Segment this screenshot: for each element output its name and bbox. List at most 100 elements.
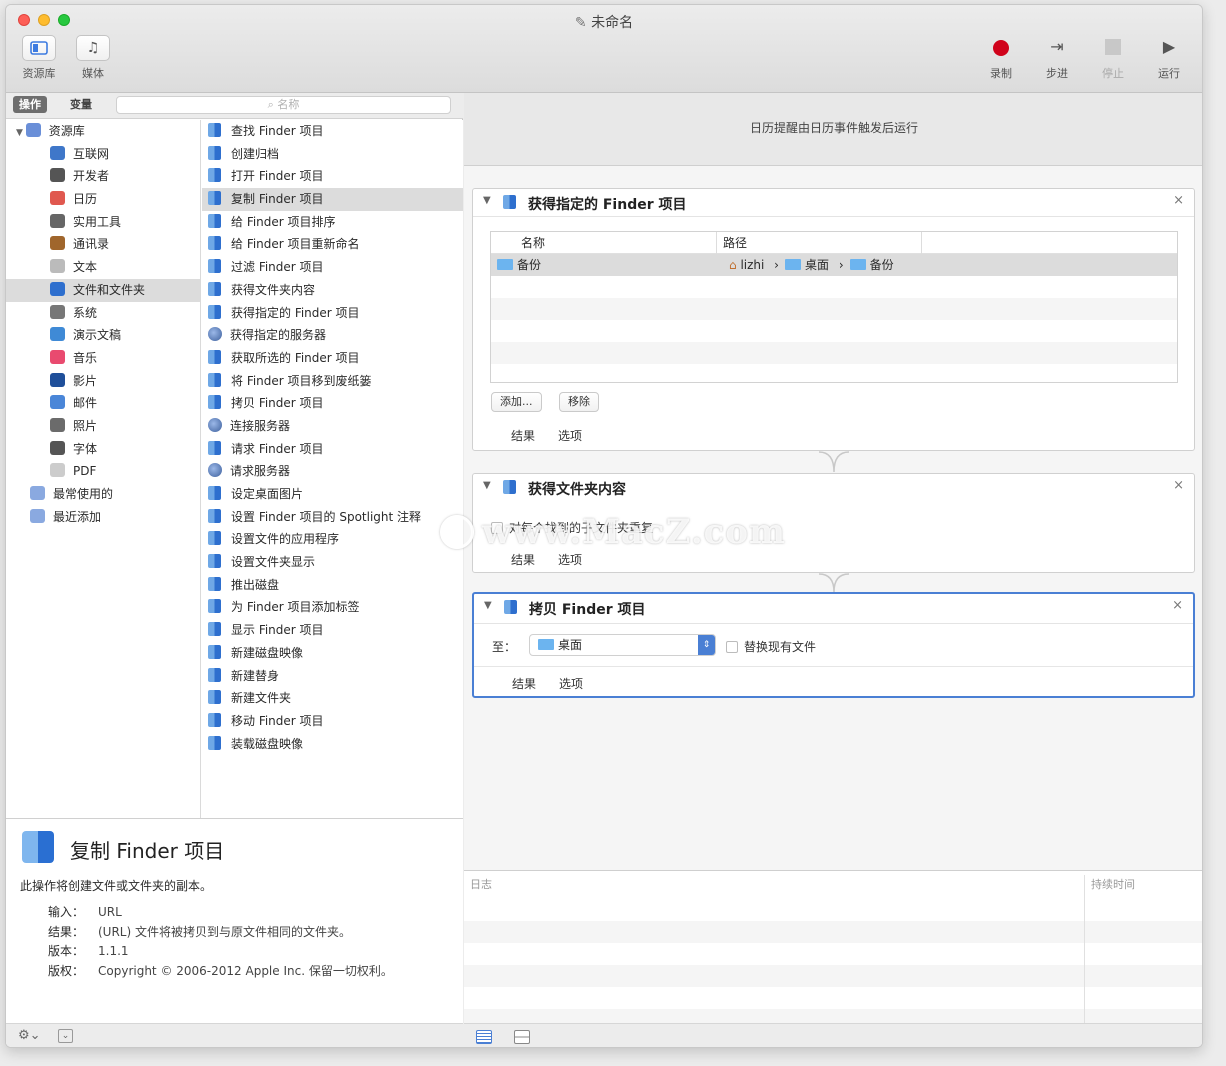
action-list-item[interactable]: 给 Finder 项目重新命名 [202, 233, 463, 256]
sidebar-item[interactable]: 通讯录 [6, 233, 200, 256]
library-button[interactable]: 资源库 [14, 35, 64, 81]
sidebar-item-label: 实用工具 [73, 214, 122, 229]
replace-existing-checkbox[interactable]: 替换现有文件 [726, 638, 816, 655]
column-log[interactable]: 日志 [470, 871, 492, 899]
library-icon [25, 123, 41, 137]
watermark: www.MacZ.com [440, 512, 786, 552]
action-label: 获取所选的 Finder 项目 [231, 350, 360, 365]
library-search-field[interactable]: ⌕ 名称 [116, 96, 451, 114]
action-list-item[interactable]: 移动 Finder 项目 [202, 710, 463, 733]
column-duration[interactable]: 持续时间 [1091, 871, 1135, 899]
action-list-item[interactable]: 获得指定的 Finder 项目 [202, 302, 463, 325]
action-list-item[interactable]: 装载磁盘映像 [202, 733, 463, 756]
sidebar-item[interactable]: 互联网 [6, 143, 200, 166]
tab-variables[interactable]: 变量 [64, 96, 98, 113]
finder-icon [208, 531, 221, 546]
record-button[interactable]: 录制 [976, 35, 1026, 81]
sidebar-item[interactable]: 最常使用的 [6, 483, 200, 506]
disclosure-triangle-icon[interactable]: ▼ [483, 480, 491, 491]
column-name[interactable]: 名称 [521, 232, 545, 254]
close-icon[interactable]: × [1172, 598, 1183, 613]
split-view-icon[interactable] [514, 1030, 530, 1044]
action-list-item[interactable]: 查找 Finder 项目 [202, 120, 463, 143]
sidebar-item[interactable]: 文本 [6, 256, 200, 279]
finder-icon [503, 195, 516, 209]
description-field: 输入： URL [48, 903, 393, 923]
results-toggle[interactable]: 结果 [512, 675, 536, 692]
sidebar-item[interactable]: 影片 [6, 370, 200, 393]
checkbox-icon [726, 641, 738, 653]
sidebar-item[interactable]: ▼ 资源库 [6, 120, 200, 143]
close-icon[interactable]: × [1173, 478, 1184, 493]
results-toggle[interactable]: 结果 [511, 551, 535, 568]
sidebar-item[interactable]: 最近添加 [6, 506, 200, 529]
sidebar-item[interactable]: 字体 [6, 438, 200, 461]
action-label: 请求 Finder 项目 [231, 441, 324, 456]
action-list-item[interactable]: 获取所选的 Finder 项目 [202, 347, 463, 370]
sidebar-item[interactable]: 系统 [6, 302, 200, 325]
folder-icon [849, 259, 866, 270]
sidebar-item[interactable]: 音乐 [6, 347, 200, 370]
action-list-item[interactable]: 请求 Finder 项目 [202, 438, 463, 461]
action-list-item[interactable]: 设置文件的应用程序 [202, 528, 463, 551]
description-toggle-icon[interactable]: ⌄ [58, 1029, 73, 1043]
sidebar-item[interactable]: PDF [6, 460, 200, 483]
results-toggle[interactable]: 结果 [511, 427, 535, 444]
disclosure-triangle-icon[interactable]: ▼ [484, 600, 492, 611]
sidebar-item[interactable]: 文件和文件夹 [6, 278, 200, 302]
action-label: 设置 Finder 项目的 Spotlight 注释 [231, 509, 422, 524]
action-list-item[interactable]: 连接服务器 [202, 415, 463, 438]
tab-actions[interactable]: 操作 [13, 96, 47, 113]
destination-popup[interactable]: 桌面 ⇕ [529, 634, 716, 656]
action-list-item[interactable]: 为 Finder 项目添加标签 [202, 596, 463, 619]
action-list-item[interactable]: 新建文件夹 [202, 687, 463, 710]
sidebar-item[interactable]: 照片 [6, 415, 200, 438]
sidebar-item[interactable]: 演示文稿 [6, 324, 200, 347]
finder-icon [208, 213, 221, 228]
action-list-item[interactable]: 设置文件夹显示 [202, 551, 463, 574]
remove-button[interactable]: 移除 [559, 392, 599, 412]
action-list-item[interactable]: 请求服务器 [202, 460, 463, 483]
action-list-item[interactable]: 设定桌面图片 [202, 483, 463, 506]
finder-icon [208, 576, 221, 591]
action-list-item[interactable]: 显示 Finder 项目 [202, 619, 463, 642]
action-list-item[interactable]: 新建磁盘映像 [202, 642, 463, 665]
action-list-item[interactable]: 创建归档 [202, 143, 463, 166]
step-button[interactable]: ⇥ 步进 [1032, 35, 1082, 81]
disclosure-triangle-icon[interactable]: ▼ [16, 128, 26, 138]
action-list-item[interactable]: 复制 Finder 项目 [202, 188, 463, 211]
disclosure-triangle-icon[interactable]: ▼ [483, 195, 491, 206]
options-toggle[interactable]: 选项 [559, 675, 583, 692]
add-button[interactable]: 添加... [491, 392, 542, 412]
sidebar-item[interactable]: 开发者 [6, 165, 200, 188]
stop-button[interactable]: 停止 [1088, 35, 1138, 81]
action-card-get-specified-items[interactable]: ▼ 获得指定的 Finder 项目 × 名称 路径 备份 ⌂ lizhi › 桌面 [472, 188, 1195, 451]
folder-icon [784, 259, 801, 270]
close-icon[interactable]: × [1173, 193, 1184, 208]
action-list-item[interactable]: 设置 Finder 项目的 Spotlight 注释 [202, 506, 463, 529]
popup-stepper-icon: ⇕ [698, 635, 715, 655]
media-button[interactable]: ♫ 媒体 [68, 35, 118, 81]
action-card-copy-finder-items[interactable]: ▼ 拷贝 Finder 项目 × 至： 桌面 ⇕ 替换现有文件 结果 选项 [472, 592, 1195, 698]
folder-icon [497, 259, 513, 270]
gear-icon[interactable]: ⚙⌄ [18, 1028, 41, 1043]
action-list-item[interactable]: 给 Finder 项目排序 [202, 211, 463, 234]
sidebar-item[interactable]: 邮件 [6, 392, 200, 415]
run-button[interactable]: ▶ 运行 [1144, 35, 1194, 81]
column-path[interactable]: 路径 [723, 232, 747, 254]
action-list-item[interactable]: 获得指定的服务器 [202, 324, 463, 347]
action-list-item[interactable]: 拷贝 Finder 项目 [202, 392, 463, 415]
action-list-item[interactable]: 新建替身 [202, 665, 463, 688]
action-list-item[interactable]: 打开 Finder 项目 [202, 165, 463, 188]
action-list-item[interactable]: 推出磁盘 [202, 574, 463, 597]
options-toggle[interactable]: 选项 [558, 551, 582, 568]
options-toggle[interactable]: 选项 [558, 427, 582, 444]
sidebar-item[interactable]: 实用工具 [6, 211, 200, 234]
action-list-item[interactable]: 将 Finder 项目移到废纸篓 [202, 370, 463, 393]
sidebar-item[interactable]: 日历 [6, 188, 200, 211]
field-value: 1.1.1 [98, 944, 129, 958]
list-view-icon[interactable] [476, 1030, 492, 1044]
action-list-item[interactable]: 获得文件夹内容 [202, 279, 463, 302]
table-row[interactable]: 备份 ⌂ lizhi › 桌面 › 备份 [491, 254, 1177, 276]
action-list-item[interactable]: 过滤 Finder 项目 [202, 256, 463, 279]
